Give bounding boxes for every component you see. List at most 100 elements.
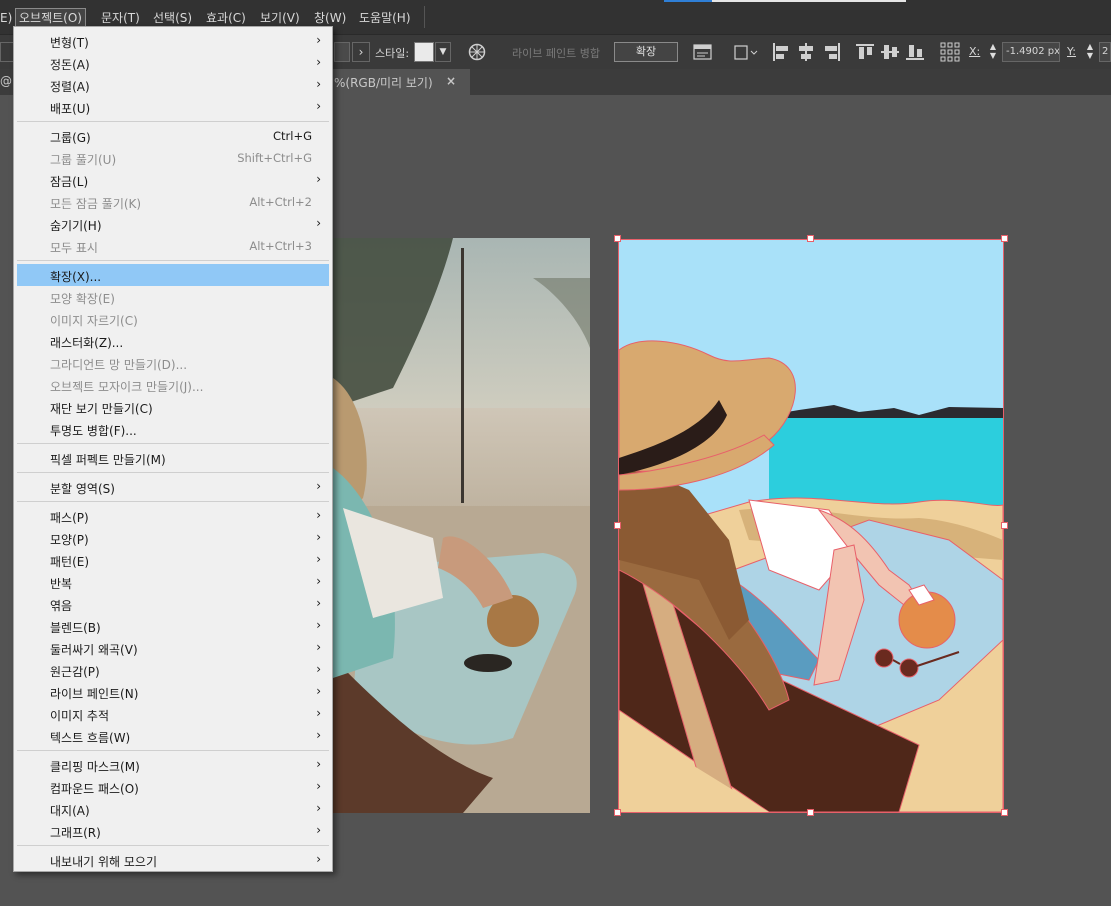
object-menu-item[interactable]: 정렬(A) › <box>17 74 329 96</box>
object-menu-item[interactable]: 분할 영역(S) › <box>17 476 329 498</box>
object-menu-item[interactable]: 모든 잠금 풀기(K) Alt+Ctrl+2 <box>17 191 329 213</box>
object-menu-item[interactable]: 투명도 병합(F)... <box>17 418 329 440</box>
selection-handle[interactable] <box>807 809 814 816</box>
object-menu-item[interactable]: 재단 보기 만들기(C) <box>17 396 329 418</box>
menu-separator <box>17 501 329 502</box>
object-menu-item[interactable]: 컴파운드 패스(O) › <box>17 776 329 798</box>
object-menu-item[interactable]: 배포(U) › <box>17 96 329 118</box>
object-menu-item[interactable]: 라이브 페인트(N) › <box>17 681 329 703</box>
align-left-icon[interactable] <box>772 43 790 61</box>
chevron-right-icon[interactable]: › <box>352 42 370 62</box>
object-menu-item-label: 둘러싸기 왜곡(V) <box>50 643 138 657</box>
style-label: 스타일: <box>375 47 410 60</box>
object-menu-item[interactable]: 그룹(G) Ctrl+G <box>17 125 329 147</box>
align-right-icon[interactable] <box>823 43 841 61</box>
selection-handle[interactable] <box>614 235 621 242</box>
chevron-right-icon: › <box>316 801 321 815</box>
object-menu-item[interactable]: 그룹 풀기(U) Shift+Ctrl+G <box>17 147 329 169</box>
object-menu-item[interactable]: 모두 표시 Alt+Ctrl+3 <box>17 235 329 257</box>
object-menu-item[interactable]: 정돈(A) › <box>17 52 329 74</box>
object-menu-item[interactable]: 모양(P) › <box>17 527 329 549</box>
menu-select[interactable]: 선택(S) <box>153 9 192 27</box>
stroke-weight-field[interactable] <box>334 42 350 62</box>
live-paint-merge-button[interactable]: 라이브 페인트 병합 <box>512 45 600 61</box>
y-label: Y: <box>1067 45 1076 58</box>
document-tab[interactable]: %(RGB/미리 보기) × <box>330 69 470 95</box>
object-menu-item[interactable]: 픽셀 퍼펙트 만들기(M) <box>17 447 329 469</box>
object-menu-item[interactable]: 그라디언트 망 만들기(D)... <box>17 352 329 374</box>
object-menu-item-label: 패스(P) <box>50 511 89 525</box>
menu-type[interactable]: 문자(T) <box>101 9 140 27</box>
chevron-right-icon: › <box>316 852 321 866</box>
selection-handle[interactable] <box>1001 235 1008 242</box>
object-menu-item[interactable]: 클리핑 마스크(M) › <box>17 754 329 776</box>
object-menu-item[interactable]: 그래프(R) › <box>17 820 329 842</box>
style-swatch[interactable] <box>414 42 434 62</box>
expand-button[interactable]: 확장 <box>614 42 678 62</box>
object-menu-item[interactable]: 반복 › <box>17 571 329 593</box>
transform-icon[interactable] <box>733 43 759 61</box>
object-menu-item[interactable]: 둘러싸기 왜곡(V) › <box>17 637 329 659</box>
object-menu-item-label: 원근감(P) <box>50 665 100 679</box>
x-position-field[interactable]: -1.4902 px <box>1002 42 1060 62</box>
close-icon[interactable]: × <box>446 74 456 88</box>
object-menu-item[interactable]: 래스터화(Z)... <box>17 330 329 352</box>
object-menu-item[interactable]: 패턴(E) › <box>17 549 329 571</box>
object-menu-item[interactable]: 내보내기 위해 모으기 › <box>17 849 329 871</box>
object-menu-item[interactable]: 엮음 › <box>17 593 329 615</box>
align-horizontal-center-icon[interactable] <box>797 43 815 61</box>
object-menu-item[interactable]: 변형(T) › <box>17 30 329 52</box>
menu-effect[interactable]: 효과(C) <box>206 9 246 27</box>
object-menu-item-label: 모양(P) <box>50 533 89 547</box>
object-menu-item-label: 재단 보기 만들기(C) <box>50 402 153 416</box>
y-stepper-icon[interactable]: ▲ ▼ <box>1083 42 1097 62</box>
menu-help[interactable]: 도움말(H) <box>359 9 411 27</box>
object-menu-item[interactable]: 확장(X)... <box>17 264 329 286</box>
chevron-down-icon[interactable]: ▼ <box>435 42 451 62</box>
object-menu-item[interactable]: 모양 확장(E) <box>17 286 329 308</box>
menu-window[interactable]: 창(W) <box>314 9 346 27</box>
selection-handle[interactable] <box>807 235 814 242</box>
y-position-field[interactable]: 2 <box>1099 42 1111 62</box>
menu-edit[interactable]: E) <box>0 9 12 27</box>
object-menu-item[interactable]: 이미지 추적 › <box>17 703 329 725</box>
tab-edge-text: @ <box>0 74 12 88</box>
document-setup-icon[interactable] <box>693 43 713 61</box>
object-menu-item-label: 그래프(R) <box>50 826 101 840</box>
object-menu-item-label: 라이브 페인트(N) <box>50 687 139 701</box>
object-menu-item[interactable]: 원근감(P) › <box>17 659 329 681</box>
object-menu-item[interactable]: 블렌드(B) › <box>17 615 329 637</box>
selection-handle[interactable] <box>1001 522 1008 529</box>
object-menu-item[interactable]: 이미지 자르기(C) <box>17 308 329 330</box>
selection-handle[interactable] <box>614 809 621 816</box>
x-stepper-icon[interactable]: ▲ ▼ <box>986 42 1000 62</box>
object-menu-item[interactable]: 패스(P) › <box>17 505 329 527</box>
object-menu-item-label: 그룹(G) <box>50 131 91 145</box>
chevron-right-icon: › <box>316 618 321 632</box>
chevron-right-icon: › <box>316 757 321 771</box>
object-menu-item-label: 이미지 자르기(C) <box>50 314 138 328</box>
menu-view[interactable]: 보기(V) <box>260 9 300 27</box>
stroke-dropdown[interactable] <box>0 42 14 62</box>
align-bottom-icon[interactable] <box>906 43 924 61</box>
recolor-artwork-icon[interactable] <box>468 43 486 61</box>
align-top-icon[interactable] <box>856 43 874 61</box>
object-menu-item[interactable]: 숨기기(H) › <box>17 213 329 235</box>
menu-object[interactable]: 오브젝트(O) <box>15 8 86 28</box>
chevron-right-icon: › <box>316 596 321 610</box>
photo-artboard[interactable] <box>333 238 590 813</box>
align-vertical-center-icon[interactable] <box>881 43 899 61</box>
window-strip <box>712 0 906 2</box>
selection-handle[interactable] <box>614 522 621 529</box>
selection-bounding-box[interactable] <box>618 239 1004 813</box>
object-menu-item-shortcut: Alt+Ctrl+2 <box>249 195 312 209</box>
object-menu-item[interactable]: 대지(A) › <box>17 798 329 820</box>
reference-point-icon[interactable] <box>940 42 962 62</box>
object-menu-item[interactable]: 잠금(L) › <box>17 169 329 191</box>
chevron-right-icon: › <box>316 508 321 522</box>
object-menu-item[interactable]: 텍스트 흐름(W) › <box>17 725 329 747</box>
selection-handle[interactable] <box>1001 809 1008 816</box>
object-menu-item-label: 그라디언트 망 만들기(D)... <box>50 358 188 372</box>
object-menu-item[interactable]: 오브젝트 모자이크 만들기(J)... <box>17 374 329 396</box>
chevron-right-icon: › <box>316 55 321 69</box>
